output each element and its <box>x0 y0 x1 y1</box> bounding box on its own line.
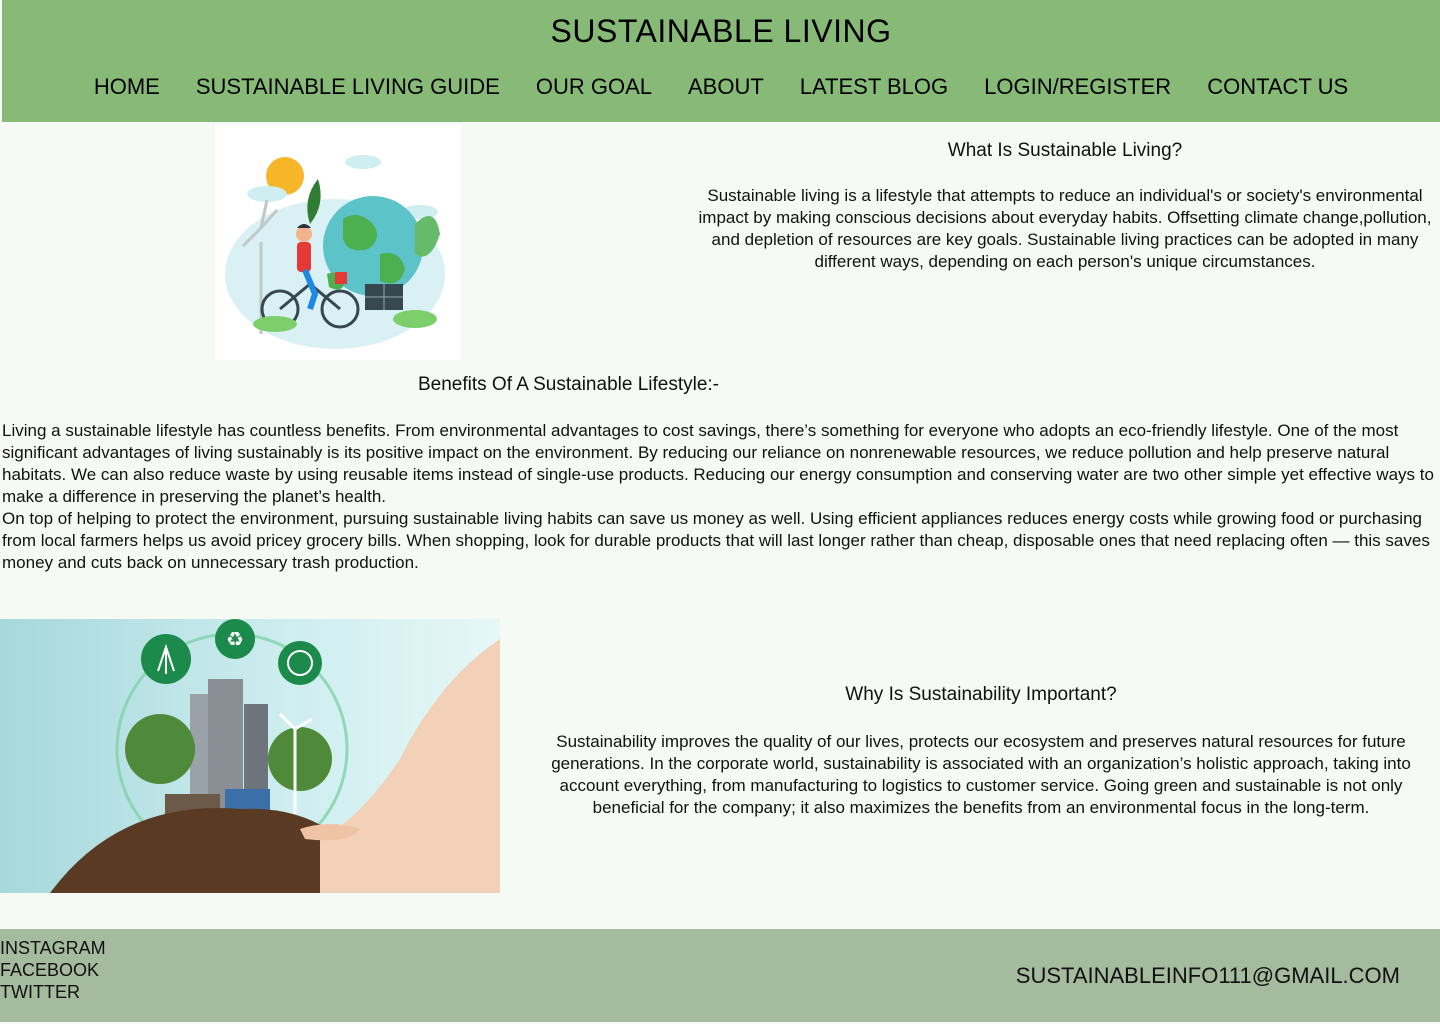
twitter-link[interactable]: TWITTER <box>0 981 106 1003</box>
contact-email[interactable]: SUSTAINABLEINFO111@GMAIL.COM <box>1016 963 1400 989</box>
benefits-heading: Benefits Of A Sustainable Lifestyle:- <box>418 374 720 395</box>
facebook-link[interactable]: FACEBOOK <box>0 959 106 981</box>
what-is-sustainable-living-section: What Is Sustainable Living? Sustainable … <box>696 140 1434 273</box>
nav-sustainable-living-guide[interactable]: SUSTAINABLE LIVING GUIDE <box>196 74 500 100</box>
main-nav: HOME SUSTAINABLE LIVING GUIDE OUR GOAL A… <box>2 74 1440 100</box>
nav-about[interactable]: ABOUT <box>688 74 764 100</box>
site-header: SUSTAINABLE LIVING HOME SUSTAINABLE LIVI… <box>2 0 1440 122</box>
section-heading: Why Is Sustainability Important? <box>845 684 1117 705</box>
section-body: Sustainable living is a lifestyle that a… <box>698 186 1432 271</box>
nav-login-register[interactable]: LOGIN/REGISTER <box>984 74 1171 100</box>
nav-home[interactable]: HOME <box>94 74 160 100</box>
benefits-paragraph: On top of helping to protect the environ… <box>2 509 1430 572</box>
benefits-paragraph: Living a sustainable lifestyle has count… <box>2 421 1434 506</box>
section-body: Sustainability improves the quality of o… <box>551 732 1411 817</box>
svg-text:♻: ♻ <box>226 627 244 651</box>
site-footer: INSTAGRAM FACEBOOK TWITTER SUSTAINABLEIN… <box>0 929 1440 1022</box>
instagram-link[interactable]: INSTAGRAM <box>0 937 106 959</box>
nav-contact-us[interactable]: CONTACT US <box>1207 74 1348 100</box>
cyclist-globe-illustration <box>215 124 461 360</box>
eco-city-hand-image: ♻ <box>0 619 500 893</box>
section-heading: What Is Sustainable Living? <box>947 140 1183 161</box>
social-links: INSTAGRAM FACEBOOK TWITTER <box>0 937 106 1003</box>
nav-our-goal[interactable]: OUR GOAL <box>536 74 652 100</box>
site-title: SUSTAINABLE LIVING <box>550 13 892 49</box>
benefits-body: Living a sustainable lifestyle has count… <box>2 420 1438 574</box>
why-sustainability-important-section: Why Is Sustainability Important? Sustain… <box>526 684 1436 819</box>
nav-latest-blog[interactable]: LATEST BLOG <box>800 74 948 100</box>
